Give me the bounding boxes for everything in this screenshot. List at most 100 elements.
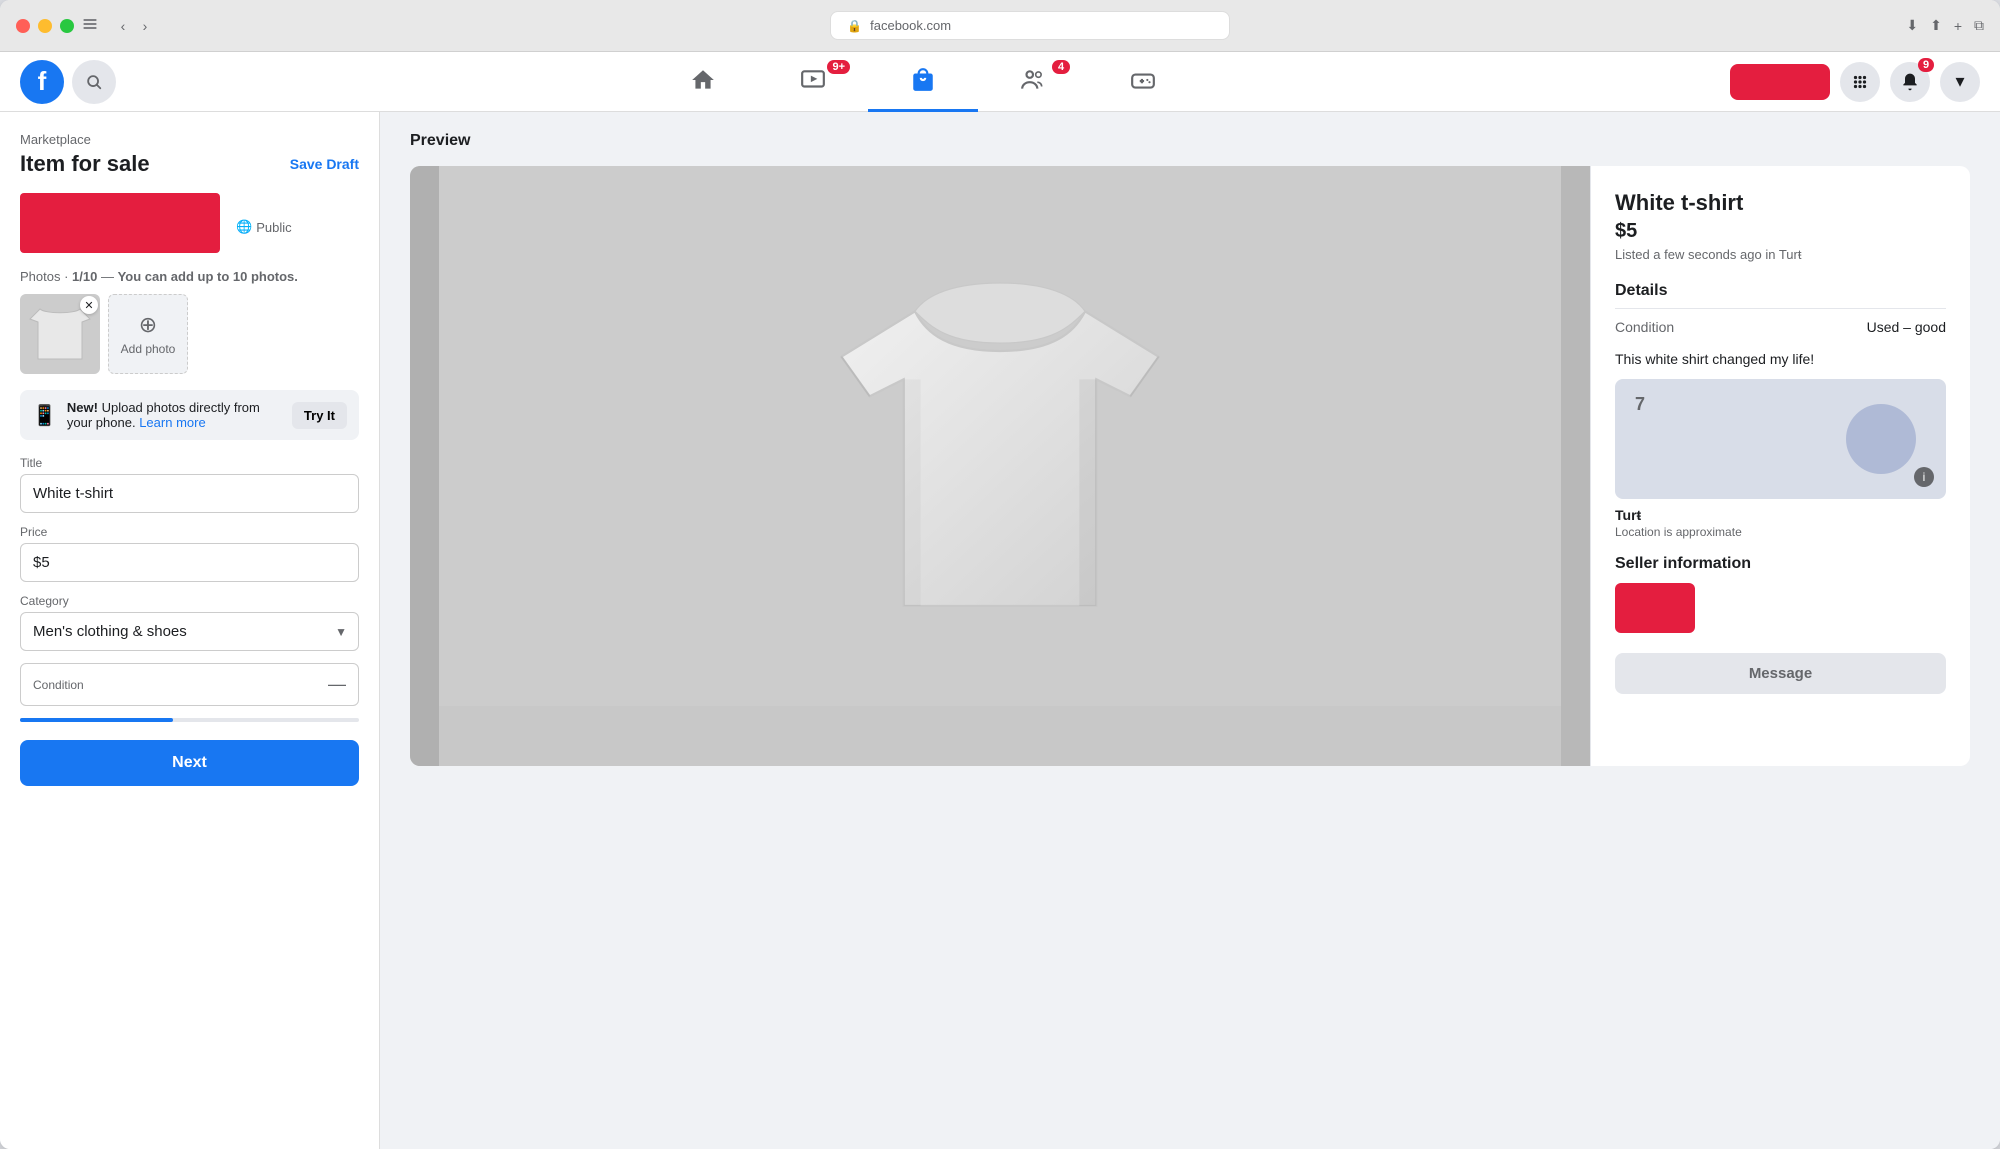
save-draft-button[interactable]: Save Draft xyxy=(290,156,359,172)
nav-home[interactable] xyxy=(648,52,758,112)
condition-detail-row: Condition Used – good xyxy=(1615,319,1946,335)
progress-bar-track xyxy=(20,718,359,722)
price-input[interactable] xyxy=(20,543,359,582)
condition-field-group: Condition — xyxy=(20,663,359,706)
nav-right-group: 9 ▾ xyxy=(1730,62,1980,102)
condition-key: Condition xyxy=(1615,319,1674,335)
photos-count: 1/10 xyxy=(72,269,97,284)
progress-bar-fill xyxy=(20,718,173,722)
titlebar: ‹ › 🔒 facebook.com ⬇ ⬆ + ⧉ xyxy=(0,0,2000,52)
photo-upload-area[interactable] xyxy=(20,193,220,253)
download-icon[interactable]: ⬇ xyxy=(1906,17,1918,34)
notification-badge: 9 xyxy=(1918,58,1934,72)
url-text: facebook.com xyxy=(870,18,951,33)
message-button[interactable]: Message xyxy=(1615,653,1946,694)
image-sidebar-left xyxy=(410,166,439,766)
item-description: This white shirt changed my life! xyxy=(1615,351,1946,367)
sidebar-header: Item for sale Save Draft xyxy=(20,151,359,177)
preview-details-panel: White t-shirt $5 Listed a few seconds ag… xyxy=(1590,166,1970,766)
url-bar[interactable]: 🔒 facebook.com xyxy=(830,11,1230,40)
preview-item-title: White t-shirt xyxy=(1615,190,1946,216)
details-section: Details Condition Used – good xyxy=(1615,282,1946,335)
details-section-title: Details xyxy=(1615,282,1946,309)
photo-thumb-1[interactable]: ✕ xyxy=(20,294,100,374)
nav-controls: ‹ › xyxy=(114,17,154,35)
top-navigation: f 9+ 4 xyxy=(0,52,2000,112)
new-label: New! xyxy=(67,400,98,415)
listing-form-sidebar: Marketplace Item for sale Save Draft 🌐 P… xyxy=(0,112,380,1149)
facebook-logo[interactable]: f xyxy=(20,60,64,104)
next-button[interactable]: Next xyxy=(20,740,359,786)
map-radius-circle xyxy=(1846,404,1916,474)
try-it-button[interactable]: Try It xyxy=(292,402,347,429)
menu-grid-button[interactable] xyxy=(1840,62,1880,102)
photos-note: You can add up to 10 photos. xyxy=(118,269,298,284)
preview-listed-text: Listed a few seconds ago in Turŧ xyxy=(1615,247,1946,262)
new-tab-icon[interactable]: + xyxy=(1954,18,1962,34)
nav-watch[interactable]: 9+ xyxy=(758,52,868,112)
learn-more-link[interactable]: Learn more xyxy=(139,415,205,430)
forward-button[interactable]: › xyxy=(136,17,154,35)
account-button[interactable]: ▾ xyxy=(1940,62,1980,102)
category-label: Category xyxy=(20,594,359,608)
breadcrumb: Marketplace xyxy=(20,132,359,147)
location-map: 7 i xyxy=(1615,379,1946,499)
nav-marketplace[interactable] xyxy=(868,52,978,112)
location-approximate-label: Location is approximate xyxy=(1615,525,1946,539)
condition-val: Used – good xyxy=(1867,319,1946,335)
price-label: Price xyxy=(20,525,359,539)
maximize-button[interactable] xyxy=(60,19,74,33)
preview-label: Preview xyxy=(410,132,1970,150)
seller-avatar xyxy=(1615,583,1695,633)
page-title: Item for sale xyxy=(20,151,150,177)
preview-price: $5 xyxy=(1615,220,1946,243)
titlebar-right: ⬇ ⬆ + ⧉ xyxy=(1906,17,1984,34)
watch-badge: 9+ xyxy=(827,60,850,74)
main-layout: Marketplace Item for sale Save Draft 🌐 P… xyxy=(0,112,2000,1149)
location-name: Turŧ xyxy=(1615,507,1946,523)
nav-groups[interactable]: 4 xyxy=(978,52,1088,112)
minimize-button[interactable] xyxy=(38,19,52,33)
product-image xyxy=(439,166,1562,706)
map-number: 7 xyxy=(1635,394,1645,415)
privacy-label: Public xyxy=(256,220,291,235)
preview-area: Preview xyxy=(380,112,2000,1149)
title-label: Title xyxy=(20,456,359,470)
condition-selector[interactable]: Condition — xyxy=(20,663,359,706)
remove-photo-button[interactable]: ✕ xyxy=(80,296,98,314)
category-select-wrapper: Men's clothing & shoes ▼ xyxy=(20,612,359,651)
groups-badge: 4 xyxy=(1052,60,1070,74)
globe-icon: 🌐 xyxy=(236,219,252,235)
add-photo-label: Add photo xyxy=(121,342,176,356)
preview-image-area xyxy=(410,166,1590,766)
category-select[interactable]: Men's clothing & shoes xyxy=(20,612,359,651)
dash-icon: — xyxy=(328,674,346,695)
sidebar-toggle[interactable] xyxy=(82,16,106,35)
search-button[interactable] xyxy=(72,60,116,104)
browser-window: ‹ › 🔒 facebook.com ⬇ ⬆ + ⧉ f xyxy=(0,0,2000,1149)
title-field-group: Title xyxy=(20,456,359,513)
upload-banner: 📱 New! Upload photos directly from your … xyxy=(20,390,359,440)
condition-label-text: Condition xyxy=(33,678,84,692)
info-icon[interactable]: i xyxy=(1914,467,1934,487)
photo-header-row: 🌐 Public xyxy=(20,193,359,261)
notifications-button[interactable]: 9 xyxy=(1890,62,1930,102)
titlebar-center: 🔒 facebook.com xyxy=(162,11,1898,40)
seller-section-title: Seller information xyxy=(1615,555,1946,573)
red-action-button[interactable] xyxy=(1730,64,1830,100)
lock-icon: 🔒 xyxy=(847,19,862,33)
privacy-indicator: 🌐 Public xyxy=(236,219,292,235)
upload-banner-text: New! Upload photos directly from your ph… xyxy=(67,400,282,430)
share-icon[interactable]: ⬆ xyxy=(1930,17,1942,34)
tabs-icon[interactable]: ⧉ xyxy=(1974,17,1984,34)
add-photo-button[interactable]: ⊕ Add photo xyxy=(108,294,188,374)
close-button[interactable] xyxy=(16,19,30,33)
photos-label: Photos · 1/10 — You can add up to 10 pho… xyxy=(20,269,359,284)
preview-card: White t-shirt $5 Listed a few seconds ag… xyxy=(410,166,1970,766)
price-field-group: Price xyxy=(20,525,359,582)
phone-icon: 📱 xyxy=(32,403,57,428)
condition-label: Condition xyxy=(33,678,84,692)
nav-gaming[interactable] xyxy=(1088,52,1198,112)
title-input[interactable] xyxy=(20,474,359,513)
back-button[interactable]: ‹ xyxy=(114,17,132,35)
